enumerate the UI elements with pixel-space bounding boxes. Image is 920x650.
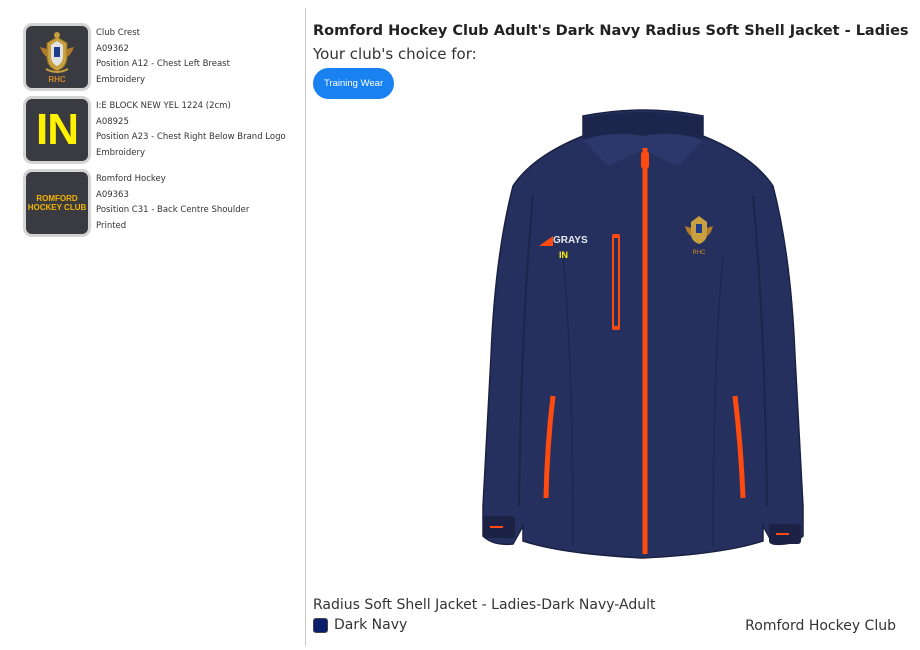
logo-position: Position A23 - Chest Right Below Brand L… <box>96 132 286 142</box>
logo-method: Embroidery <box>96 147 146 158</box>
logo-code: A09363 <box>96 189 129 200</box>
logo-item-romford-hockey[interactable]: ROMFORD HOCKEY CLUB Romford Hockey A0936… <box>23 169 293 237</box>
club-choice-label: Your club's choice for: <box>313 45 477 63</box>
romford-thumb-line1: ROMFORD <box>36 194 78 203</box>
romford-thumb-line2: HOCKEY CLUB <box>27 203 87 212</box>
logo-method: Embroidery <box>96 74 146 85</box>
logo-position: Position A12 - Chest Left Breast <box>96 59 230 69</box>
in-block-thumbnail: IN <box>23 96 91 164</box>
in-block-text: IN <box>36 105 79 154</box>
logo-name: I:E BLOCK NEW YEL 1224 (2cm) <box>96 101 231 111</box>
logo-item-club-crest[interactable]: RHC Club Crest A09362 Position A12 - Che… <box>23 23 293 91</box>
logo-code: A09362 <box>96 43 129 54</box>
jacket-product-image: GRAYS IN RHC <box>473 106 813 566</box>
logo-name: Romford Hockey <box>96 174 166 184</box>
club-crest-icon: RHC <box>40 32 74 84</box>
romford-hockey-thumbnail: ROMFORD HOCKEY CLUB <box>23 169 91 237</box>
product-title: Romford Hockey Club Adult's Dark Navy Ra… <box>313 23 909 39</box>
svg-text:RHC: RHC <box>48 75 66 84</box>
club-crest-thumbnail: RHC <box>23 23 91 91</box>
logo-name: Club Crest <box>96 28 141 38</box>
variant-name: Radius Soft Shell Jacket - Ladies-Dark N… <box>313 597 656 613</box>
grays-brand-text: GRAYS <box>553 235 588 246</box>
logo-position: Position C31 - Back Centre Shoulder <box>96 205 250 215</box>
applied-logos-panel: RHC Club Crest A09362 Position A12 - Che… <box>0 0 305 650</box>
colour-option[interactable]: Dark Navy <box>313 616 407 634</box>
logo-method: Printed <box>96 220 127 231</box>
jacket-in-text: IN <box>559 250 568 260</box>
colour-swatch[interactable] <box>313 617 328 633</box>
logo-item-in-block[interactable]: IN I:E BLOCK NEW YEL 1224 (2cm) A08925 P… <box>23 96 293 164</box>
club-name: Romford Hockey Club <box>745 618 896 634</box>
product-detail: Romford Hockey Club Adult's Dark Navy Ra… <box>313 0 913 650</box>
colour-name: Dark Navy <box>334 617 408 633</box>
training-wear-tag[interactable]: Training Wear <box>313 68 395 99</box>
jacket-illustration: GRAYS IN RHC <box>482 109 804 559</box>
panel-divider <box>305 8 306 646</box>
svg-text:RHC: RHC <box>693 250 707 256</box>
logo-code: A08925 <box>96 116 129 127</box>
